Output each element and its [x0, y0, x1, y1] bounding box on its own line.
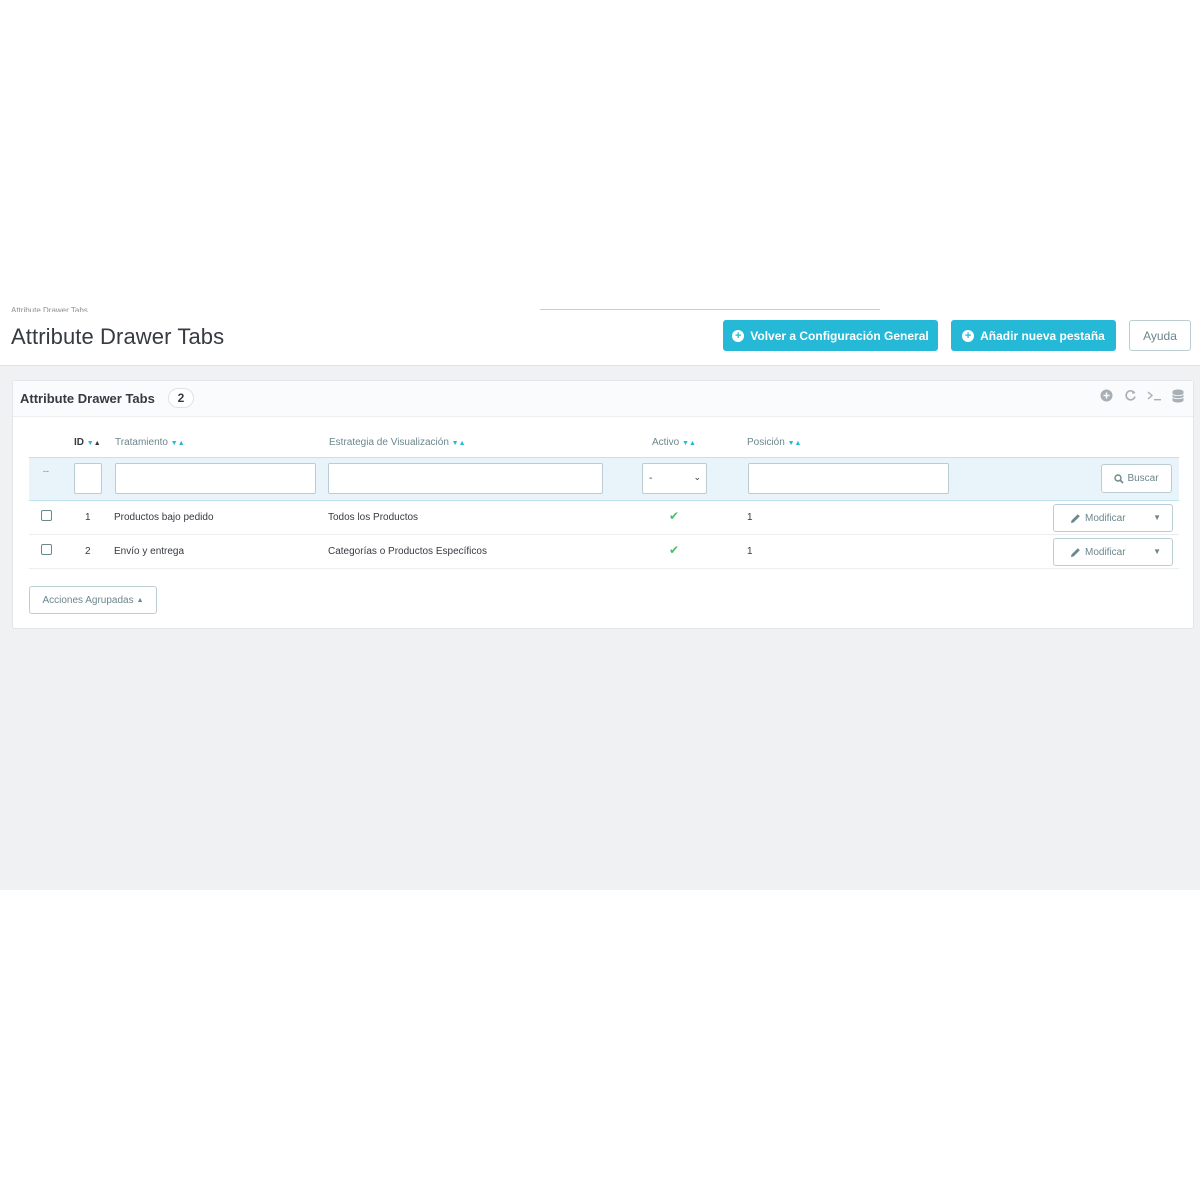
row-strategy: Categorías o Productos Específicos — [328, 546, 487, 557]
caret-up-icon[interactable]: ▲ — [94, 440, 101, 447]
caret-up-icon[interactable]: ▲ — [459, 440, 466, 447]
back-button-label: Volver a Configuración General — [750, 328, 929, 343]
row-position: 1 — [747, 512, 753, 523]
check-icon[interactable]: ✔ — [669, 543, 679, 557]
caret-down-icon[interactable]: ▼ — [788, 440, 795, 447]
column-treatment[interactable]: Tratamiento ▼▲ — [115, 437, 185, 448]
caret-down-icon[interactable]: ▼ — [1153, 547, 1161, 556]
column-position[interactable]: Posición ▼▲ — [747, 437, 801, 448]
row-position: 1 — [747, 546, 753, 557]
row-treatment: Envío y entrega — [114, 546, 185, 557]
count-badge: 2 — [168, 388, 194, 408]
list-panel: Attribute Drawer Tabs 2 ID ▼▲ Tratamient… — [12, 380, 1194, 629]
panel-title: Attribute Drawer Tabs — [20, 391, 155, 406]
caret-down-icon[interactable]: ▼ — [682, 440, 689, 447]
modify-button-label: Modificar — [1085, 547, 1126, 558]
page-title: Attribute Drawer Tabs — [11, 324, 225, 349]
search-icon — [1114, 473, 1125, 484]
column-strategy-label: Estrategia de Visualización — [329, 437, 449, 448]
add-new-tab-button[interactable]: + Añadir nueva pestaña — [951, 320, 1116, 351]
filter-bulk-dash: -- — [43, 466, 49, 476]
row-id: 1 — [85, 512, 91, 523]
refresh-icon[interactable] — [1123, 389, 1137, 403]
column-active-label: Activo — [652, 437, 680, 448]
column-treatment-label: Tratamiento — [115, 437, 168, 448]
help-button[interactable]: Ayuda — [1129, 320, 1191, 351]
table-header: ID ▼▲ Tratamiento ▼▲ Estrategia de Visua… — [29, 433, 1179, 453]
back-to-general-config-button[interactable]: + Volver a Configuración General — [723, 320, 938, 351]
divider — [540, 309, 880, 310]
caret-up-icon: ▲ — [136, 596, 144, 604]
add-button-label: Añadir nueva pestaña — [980, 328, 1105, 343]
plus-circle-icon: + — [962, 329, 975, 342]
filter-active-value: - — [649, 473, 653, 484]
column-id-label: ID — [74, 437, 84, 448]
modify-button[interactable]: Modificar ▼ — [1053, 538, 1173, 566]
plus-circle-icon: + — [732, 329, 745, 342]
filter-treatment-input[interactable] — [115, 463, 316, 494]
column-position-label: Posición — [747, 437, 785, 448]
chevron-down-icon: ⌄ — [693, 472, 701, 482]
terminal-icon[interactable] — [1147, 389, 1161, 403]
row-checkbox[interactable] — [41, 510, 52, 521]
row-treatment: Productos bajo pedido — [114, 512, 214, 523]
caret-down-icon[interactable]: ▼ — [87, 440, 94, 447]
add-new-icon[interactable] — [1099, 389, 1113, 403]
column-active[interactable]: Activo ▼▲ — [652, 437, 696, 448]
panel-heading: Attribute Drawer Tabs 2 — [13, 381, 1193, 417]
app-screenshot: Attribute Drawer Tabs Attribute Drawer T… — [0, 302, 1200, 890]
pencil-icon — [1071, 514, 1080, 523]
filter-strategy-input[interactable] — [328, 463, 603, 494]
filter-position-input[interactable] — [748, 463, 949, 494]
caret-down-icon[interactable]: ▼ — [1153, 513, 1161, 522]
column-id[interactable]: ID ▼▲ — [74, 437, 101, 448]
filter-row: -- - ⌄ Buscar — [29, 457, 1179, 501]
modify-button[interactable]: Modificar ▼ — [1053, 504, 1173, 532]
pencil-icon — [1071, 548, 1080, 557]
panel-toolbar — [1099, 389, 1185, 403]
caret-down-icon[interactable]: ▼ — [171, 440, 178, 447]
search-button[interactable]: Buscar — [1101, 464, 1172, 493]
database-icon[interactable] — [1171, 389, 1185, 403]
search-button-label: Buscar — [1127, 473, 1159, 484]
row-id: 2 — [85, 546, 91, 557]
breadcrumb[interactable]: Attribute Drawer Tabs — [11, 304, 88, 312]
bulk-actions-label: Acciones Agrupadas — [42, 594, 134, 606]
bulk-actions-button[interactable]: Acciones Agrupadas ▲ — [29, 586, 157, 614]
table-row[interactable]: 2 Envío y entrega Categorías o Productos… — [29, 535, 1179, 569]
caret-up-icon[interactable]: ▲ — [689, 440, 696, 447]
column-strategy[interactable]: Estrategia de Visualización ▼▲ — [329, 437, 466, 448]
filter-id-input[interactable] — [74, 463, 102, 494]
caret-down-icon[interactable]: ▼ — [452, 440, 459, 447]
table-row[interactable]: 1 Productos bajo pedido Todos los Produc… — [29, 501, 1179, 535]
caret-up-icon[interactable]: ▲ — [178, 440, 185, 447]
modify-button-label: Modificar — [1085, 513, 1126, 524]
caret-up-icon[interactable]: ▲ — [795, 440, 802, 447]
row-strategy: Todos los Productos — [328, 512, 419, 523]
filter-active-select[interactable]: - ⌄ — [642, 463, 707, 494]
page-header: Attribute Drawer Tabs Attribute Drawer T… — [0, 302, 1200, 366]
check-icon[interactable]: ✔ — [669, 509, 679, 523]
row-checkbox[interactable] — [41, 544, 52, 555]
